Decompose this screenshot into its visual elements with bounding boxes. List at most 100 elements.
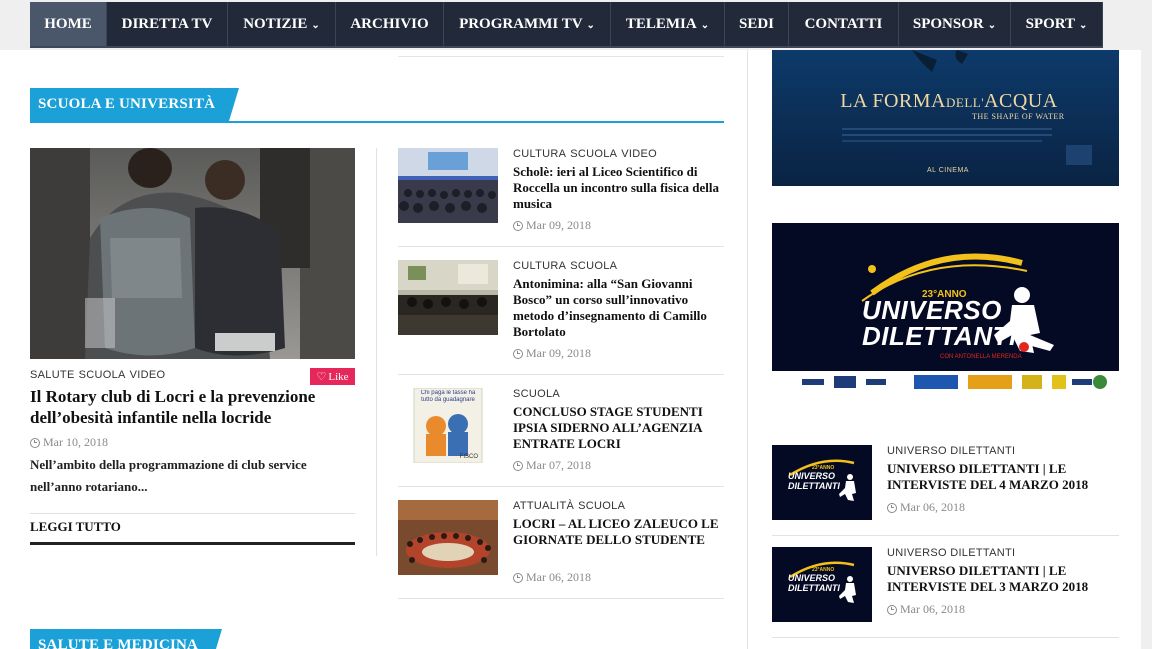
nav-notizie[interactable]: NOTIZIE ⌄ [228,2,336,46]
article-thumbnail[interactable]: Chi paga le tasse ha tutto da guadagnare… [398,388,498,463]
category-link[interactable]: SCUOLA [570,260,617,272]
nav-diretta-tv[interactable]: DIRETTA TV [107,2,228,46]
like-button[interactable]: ♡ Like [310,368,355,385]
nav-label: ARCHIVIO [350,15,429,32]
article-thumbnail[interactable]: 23°ANNO UNIVERSO DILETTANTI [772,547,872,622]
nav-sport[interactable]: SPORT ⌄ [1011,2,1103,46]
nav-telemia[interactable]: TELEMIA ⌄ [611,2,725,46]
date-text: Mar 09, 2018 [526,218,591,232]
featured-title[interactable]: Il Rotary club di Locri e la prevenzione… [30,386,355,428]
article-thumbnail[interactable] [398,148,498,223]
article-title[interactable]: LOCRI – AL LICEO ZALEUCO LE GIORNATE DEL… [513,516,725,548]
nav-label: TELEMIA [625,15,697,32]
category-link[interactable]: VIDEO [130,369,166,381]
nav-archivio[interactable]: ARCHIVIO [336,2,444,46]
movie-title-part: LA FORMA [840,90,946,112]
category-link[interactable]: UNIVERSO DILETTANTI [887,445,1015,457]
date-text: Mar 10, 2018 [43,435,108,449]
featured-excerpt: Nell’ambito della programmazione di club… [30,457,307,494]
category-link[interactable]: CULTURA [513,260,566,272]
article-title[interactable]: CONCLUSO STAGE STUDENTI IPSIA SIDERNO AL… [513,404,725,452]
article-thumbnail[interactable]: 23°ANNO UNIVERSO DILETTANTI [772,445,872,520]
category-link[interactable]: UNIVERSO DILETTANTI [887,547,1015,559]
divider [398,486,724,487]
nav-contatti[interactable]: CONTATTI [789,2,899,46]
article-categories: CULTURA SCUOLA [513,260,621,272]
nav-sponsor[interactable]: SPONSOR ⌄ [899,2,1011,46]
nav-label: CONTATTI [804,15,883,32]
article-date: Mar 09, 2018 [513,346,591,361]
date-text: Mar 06, 2018 [900,500,965,514]
featured-date: Mar 10, 2018 [30,435,108,450]
universo-title-line1: UNIVERSO [862,295,1002,325]
article-title[interactable]: Scholè: ieri al Liceo Scientifico di Roc… [513,164,725,212]
category-link[interactable]: SCUOLA [578,500,625,512]
conference-audience-photo [398,148,498,223]
article-categories: CULTURA SCUOLA VIDEO [513,148,661,160]
article-date: Mar 06, 2018 [887,602,965,617]
clock-icon [30,437,40,448]
divider [30,542,355,545]
thumb-title-line1: UNIVERSO [788,573,836,583]
read-more-link[interactable]: LEGGI TUTTO [30,519,121,535]
thumb-title-line2: DILETTANTI [788,583,840,593]
article-thumbnail[interactable] [398,500,498,575]
article-date: Mar 09, 2018 [513,218,591,233]
nav-label: SPORT [1025,15,1076,32]
movie-ad-banner[interactable]: LA FORMADELL'ACQUA THE SHAPE OF WATER AL… [772,50,1119,186]
category-link[interactable]: SCUOLA [513,388,560,400]
clock-icon [513,572,523,583]
thumb-title-line1: UNIVERSO [788,471,836,481]
section-header-scuola: SCUOLA E UNIVERSITÀ [30,88,724,123]
nav-programmi-tv[interactable]: PROGRAMMI TV ⌄ [444,2,611,46]
clock-icon [513,348,523,359]
date-text: Mar 06, 2018 [900,602,965,616]
divider [398,374,724,375]
column-divider [376,148,377,556]
universo-title-line2: DILETTANTI [862,321,1017,351]
article-title[interactable]: UNIVERSO DILETTANTI | LE INTERVISTE DEL … [887,563,1119,595]
category-link[interactable]: SCUOLA [570,148,617,160]
section-header-salute: SALUTE E MEDICINA [30,629,724,649]
clock-icon [513,460,523,471]
category-link[interactable]: SALUTE [30,369,75,381]
divider [398,598,724,599]
movie-subtitle: THE SHAPE OF WATER [972,112,1065,121]
article-categories: ATTUALITÀ SCUOLA [513,500,629,512]
article-date: Mar 06, 2018 [513,570,591,585]
article-thumbnail[interactable] [398,260,498,335]
article-date: Mar 07, 2018 [513,458,591,473]
page-margin [1141,50,1152,649]
section-title[interactable]: SCUOLA E UNIVERSITÀ [30,88,240,121]
chevron-down-icon: ⌄ [586,19,595,31]
category-link[interactable]: VIDEO [621,148,657,160]
featured-image[interactable] [30,148,355,359]
section-title[interactable]: SALUTE E MEDICINA [30,629,223,649]
nav-label: HOME [44,15,92,32]
article-date: Mar 06, 2018 [887,500,965,515]
movie-title: LA FORMADELL'ACQUA [834,90,1064,113]
article-title[interactable]: Antonimina: alla “San Giovanni Bosco” un… [513,276,725,340]
universo-dilettanti-ad[interactable]: 23°ANNO UNIVERSO DILETTANTI CON ANTONELL… [772,223,1119,408]
universo-byline: CON ANTONELLA MERENDA [940,354,1022,360]
article-title[interactable]: UNIVERSO DILETTANTI | LE INTERVISTE DEL … [887,461,1119,493]
article-categories: UNIVERSO DILETTANTI [887,547,1019,559]
article-categories: UNIVERSO DILETTANTI [887,445,1019,457]
category-link[interactable]: SCUOLA [79,369,126,381]
nav-sedi[interactable]: SEDI [725,2,789,46]
featured-categories: SALUTE SCUOLA VIDEO [30,369,169,381]
chevron-down-icon: ⌄ [1079,19,1088,31]
divider [30,513,355,514]
poster-text-bottom: FISCO [459,454,478,460]
divider [398,246,724,247]
top-navigation: HOME DIRETTA TV NOTIZIE ⌄ ARCHIVIO PROGRA… [0,0,1152,50]
clock-icon [887,604,897,615]
movie-poster-art [772,50,1119,186]
date-text: Mar 06, 2018 [526,570,591,584]
category-link[interactable]: CULTURA [513,148,566,160]
nav-home[interactable]: HOME [30,2,107,46]
student-assembly-photo [398,500,498,575]
clock-icon [887,502,897,513]
category-link[interactable]: ATTUALITÀ [513,500,574,512]
thumb-title-line2: DILETTANTI [788,481,840,491]
